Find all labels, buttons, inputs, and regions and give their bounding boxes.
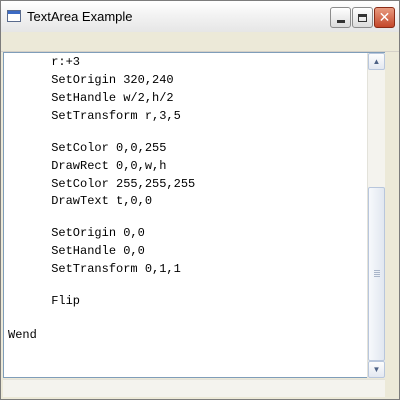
scroll-grip-icon bbox=[374, 270, 380, 278]
app-window-icon bbox=[7, 10, 21, 22]
code-line: Wend bbox=[8, 328, 37, 342]
code-line: SetOrigin 320,240 bbox=[8, 73, 174, 87]
horizontal-scrollbar[interactable] bbox=[3, 379, 385, 397]
title-bar[interactable]: TextArea Example ✕ bbox=[1, 1, 399, 32]
minimize-button[interactable] bbox=[330, 7, 351, 28]
resize-grip[interactable] bbox=[385, 379, 399, 396]
code-line: SetColor 255,255,255 bbox=[8, 177, 196, 191]
scrollbar-thumb[interactable] bbox=[368, 187, 385, 361]
maximize-button[interactable] bbox=[352, 7, 373, 28]
vertical-scrollbar[interactable]: ▲ ▼ bbox=[367, 53, 385, 378]
code-line: SetOrigin 0,0 bbox=[8, 226, 145, 240]
maximize-icon bbox=[358, 13, 367, 22]
code-line: SetTransform 0,1,1 bbox=[8, 262, 181, 276]
scroll-up-arrow-icon: ▲ bbox=[372, 57, 381, 66]
menu-bar bbox=[1, 32, 399, 52]
app-window: TextArea Example ✕ r:+3 SetOrigin 320,24… bbox=[0, 0, 400, 400]
code-line: DrawRect 0,0,w,h bbox=[8, 159, 167, 173]
code-line: r:+3 bbox=[8, 55, 81, 69]
scroll-down-arrow-icon: ▼ bbox=[372, 365, 381, 374]
code-line: SetColor 0,0,255 bbox=[8, 141, 167, 155]
close-button[interactable]: ✕ bbox=[374, 7, 395, 28]
code-line: SetHandle w/2,h/2 bbox=[8, 91, 174, 105]
window-title: TextArea Example bbox=[27, 9, 133, 24]
code-line: DrawText t,0,0 bbox=[8, 194, 153, 208]
scroll-up-button[interactable]: ▲ bbox=[368, 53, 385, 70]
code-line: SetHandle 0,0 bbox=[8, 244, 145, 258]
close-icon: ✕ bbox=[378, 9, 391, 26]
minimize-icon bbox=[336, 20, 345, 23]
code-line: Flip bbox=[8, 294, 81, 308]
text-area[interactable]: r:+3 SetOrigin 320,240 SetHandle w/2,h/2… bbox=[3, 52, 385, 378]
scroll-down-button[interactable]: ▼ bbox=[368, 361, 385, 378]
code-line: SetTransform r,3,5 bbox=[8, 109, 181, 123]
